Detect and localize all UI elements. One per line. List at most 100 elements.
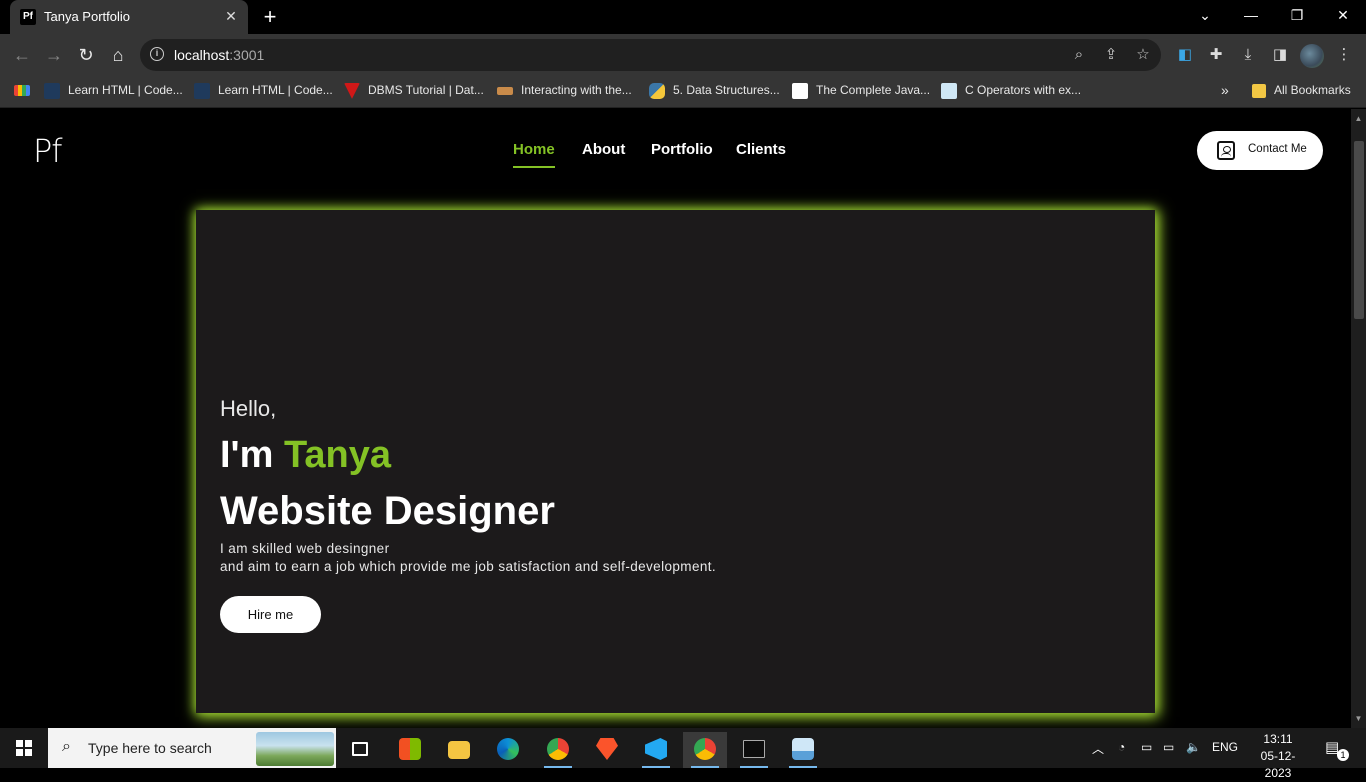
microsoft-store-button[interactable] (388, 732, 432, 768)
file-explorer-button[interactable] (437, 732, 481, 768)
profile-avatar[interactable] (1300, 44, 1324, 68)
search-placeholder: Type here to search (88, 740, 212, 756)
chrome-profile-icon (694, 738, 716, 760)
minimize-button[interactable]: — (1228, 0, 1274, 32)
gmail-bookmark[interactable] (14, 76, 38, 104)
tab-close-icon[interactable]: ✕ (222, 7, 240, 25)
bookmark-item-3[interactable]: Interacting with the... (497, 76, 632, 104)
bookmarks-bar: Learn HTML | Code... Learn HTML | Code..… (0, 76, 1366, 108)
restore-button[interactable]: ❐ (1274, 0, 1320, 32)
programiz-icon (941, 82, 957, 99)
codecademy-icon (194, 82, 210, 99)
hero-intro: I'm Tanya (220, 434, 391, 477)
volume-icon[interactable]: 🔈 (1186, 740, 1201, 754)
bookmark-label: C Operators with ex... (965, 83, 1082, 97)
new-tab-button[interactable]: + (258, 5, 282, 29)
network-icon[interactable]: ◔ (1118, 740, 1125, 754)
contact-me-button[interactable]: Contact Me (1197, 131, 1323, 170)
menu-kebab-icon[interactable]: ⋮ (1333, 44, 1355, 66)
forward-arrow-icon[interactable]: → (41, 42, 67, 68)
bookmarks-overflow-button[interactable]: » (1221, 76, 1229, 104)
paint-button[interactable] (781, 732, 825, 768)
share-icon[interactable]: ⇪ (1101, 45, 1121, 65)
bookmark-item-4[interactable]: 5. Data Structures... (649, 76, 780, 104)
page-viewport: Pf Home About Portfolio Clients Contact … (0, 109, 1351, 728)
scroll-up-arrow-icon[interactable]: ▲ (1351, 111, 1366, 126)
chrome-button[interactable] (536, 732, 580, 768)
all-bookmarks-label: All Bookmarks (1274, 83, 1351, 97)
bookmark-item-0[interactable]: Learn HTML | Code... (44, 76, 183, 104)
browser-titlebar: Pf Tanya Portfolio ✕ + ⌄ — ❐ ✕ (0, 0, 1366, 34)
nav-about[interactable]: About (582, 141, 625, 158)
scrollbar-thumb[interactable] (1354, 141, 1364, 319)
hero-role: Website Designer (220, 489, 555, 533)
nav-portfolio[interactable]: Portfolio (651, 141, 713, 158)
bookmark-item-6[interactable]: C Operators with ex... (941, 76, 1081, 104)
windows-logo-icon (16, 740, 32, 756)
codecademy-icon (44, 82, 60, 99)
notification-count-badge: 1 (1337, 749, 1349, 761)
gmail-icon (14, 85, 30, 97)
translate-extension-icon[interactable]: ◧ (1174, 44, 1196, 66)
tab-search-chevron-icon[interactable]: ⌄ (1182, 0, 1228, 32)
hero-intro-prefix: I'm (220, 434, 284, 476)
site-info-icon[interactable]: i (150, 47, 164, 61)
store-icon (399, 738, 421, 760)
address-url[interactable]: localhost:3001 (174, 47, 264, 63)
tab-title: Tanya Portfolio (44, 9, 130, 24)
hero-name: Tanya (283, 434, 391, 476)
bookmark-item-1[interactable]: Learn HTML | Code... (194, 76, 333, 104)
hero-greeting: Hello, (220, 396, 277, 421)
terminal-button[interactable] (732, 732, 776, 768)
downloads-icon[interactable]: ⤓ (1237, 44, 1259, 66)
blank-page-icon (792, 82, 808, 99)
tray-chevron-icon[interactable]: ︿ (1092, 740, 1104, 757)
onedrive-icon[interactable]: ▭ (1141, 740, 1152, 754)
bookmark-item-2[interactable]: DBMS Tutorial | Dat... (344, 76, 484, 104)
bookmark-star-icon[interactable]: ☆ (1133, 45, 1153, 65)
scroll-down-arrow-icon[interactable]: ▼ (1351, 711, 1366, 726)
browser-tab[interactable]: Pf Tanya Portfolio ✕ (10, 0, 248, 34)
start-button[interactable] (0, 728, 48, 768)
brave-button[interactable] (585, 732, 629, 768)
language-indicator[interactable]: ENG (1212, 740, 1238, 754)
side-panel-icon[interactable]: ◨ (1269, 44, 1291, 66)
address-bar[interactable]: i localhost:3001 ⌕ ⇪ ☆ (140, 39, 1161, 71)
nav-home[interactable]: Home (513, 141, 555, 168)
all-bookmarks-button[interactable]: All Bookmarks (1252, 76, 1351, 104)
system-clock[interactable]: 13:11 05-12-2023 (1248, 731, 1308, 782)
battery-icon[interactable]: ▭ (1163, 740, 1174, 754)
site-logo[interactable]: Pf (33, 132, 63, 170)
chrome-icon (547, 738, 569, 760)
vscode-button[interactable] (634, 732, 678, 768)
reload-icon[interactable]: ↻ (73, 42, 99, 68)
bookmark-label: Learn HTML | Code... (218, 83, 333, 97)
bookmark-label: DBMS Tutorial | Dat... (368, 83, 484, 97)
edge-button[interactable] (486, 732, 530, 768)
back-arrow-icon[interactable]: ← (9, 42, 35, 68)
python-icon (649, 82, 665, 99)
bookmark-label: Interacting with the... (521, 83, 632, 97)
hero-description-line2: and aim to earn a job which provide me j… (220, 559, 717, 574)
contact-me-label: Contact Me (1248, 143, 1307, 155)
bookmark-item-5[interactable]: The Complete Java... (792, 76, 930, 104)
bookmark-label: 5. Data Structures... (673, 83, 780, 97)
folder-icon (1252, 83, 1266, 98)
chrome-active-button[interactable] (683, 732, 727, 768)
hire-me-button[interactable]: Hire me (220, 596, 321, 633)
close-window-button[interactable]: ✕ (1320, 0, 1366, 32)
clock-time: 13:11 (1263, 732, 1293, 746)
bookmark-label: Learn HTML | Code... (68, 83, 183, 97)
bookmark-label: The Complete Java... (816, 83, 931, 97)
terminal-icon (743, 740, 765, 758)
zoom-icon[interactable]: ⌕ (1069, 45, 1089, 65)
page-scrollbar[interactable]: ▲ ▼ (1351, 109, 1366, 728)
extensions-puzzle-icon[interactable]: ✚ (1205, 44, 1227, 66)
taskbar-search-box[interactable]: ⌕ Type here to search (48, 728, 336, 768)
task-view-button[interactable] (338, 732, 382, 768)
url-port: :3001 (229, 47, 265, 63)
vscode-icon (645, 738, 667, 760)
nav-clients[interactable]: Clients (736, 141, 786, 158)
home-icon[interactable]: ⌂ (105, 42, 131, 68)
brave-icon (596, 738, 618, 760)
